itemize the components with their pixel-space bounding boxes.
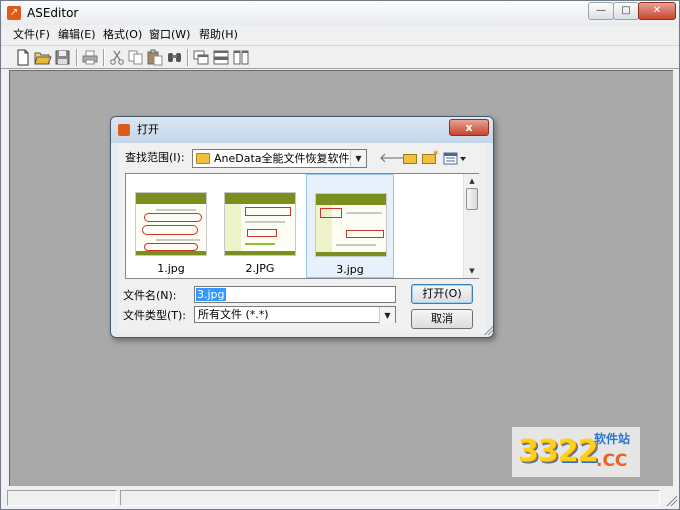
app-title: ASEditor xyxy=(27,6,79,20)
new-file-icon[interactable] xyxy=(14,49,32,66)
size-grip-icon[interactable] xyxy=(665,494,677,506)
toolbar-separator xyxy=(76,49,78,66)
watermark-site-name: 软件站 xyxy=(594,432,631,446)
folder-icon xyxy=(196,153,210,164)
scroll-down-icon[interactable]: ▼ xyxy=(464,264,480,278)
scrollbar-thumb[interactable] xyxy=(466,188,478,210)
print-icon[interactable] xyxy=(81,49,99,66)
close-button[interactable]: ✕ xyxy=(638,2,676,20)
dialog-app-icon xyxy=(118,124,130,136)
dialog-size-grip-icon[interactable] xyxy=(483,325,493,335)
chevron-down-icon[interactable]: ▼ xyxy=(350,150,366,167)
dialog-title-bar[interactable]: 打开 x xyxy=(111,117,493,143)
file-type-select[interactable]: 所有文件 (*.*) ▼ xyxy=(194,306,396,324)
new-folder-icon[interactable]: ✶ xyxy=(422,149,440,167)
tile-horizontal-icon[interactable] xyxy=(212,49,230,66)
image-thumbnail xyxy=(315,193,387,257)
look-in-value: AneData全能文件恢复软件 xyxy=(214,152,350,165)
status-bar xyxy=(1,488,679,509)
minimize-button[interactable]: — xyxy=(588,2,614,20)
file-tile-3[interactable]: 3.jpg xyxy=(306,174,394,278)
file-name-value: 3.jpg xyxy=(196,288,226,301)
menu-window[interactable]: 窗口(W) xyxy=(149,27,190,42)
toolbar xyxy=(1,45,679,69)
save-icon[interactable] xyxy=(54,49,72,66)
menu-edit[interactable]: 编辑(E) xyxy=(58,27,96,42)
look-in-dropdown[interactable]: AneData全能文件恢复软件 ▼ xyxy=(192,149,367,168)
watermark-domain: .CC xyxy=(596,451,628,471)
tile-vertical-icon[interactable] xyxy=(232,49,250,66)
find-icon[interactable] xyxy=(166,49,184,66)
up-folder-icon[interactable] xyxy=(401,150,419,167)
status-pane xyxy=(7,490,117,506)
open-folder-icon[interactable] xyxy=(34,49,52,66)
cancel-button[interactable]: 取消 xyxy=(411,309,473,329)
view-menu-icon[interactable] xyxy=(443,150,467,167)
chevron-down-icon[interactable]: ▼ xyxy=(379,307,395,324)
file-name: 3.jpg xyxy=(336,263,364,276)
watermark-logo: 3322 软件站 .CC xyxy=(512,427,640,477)
file-tile-2[interactable]: 2.JPG xyxy=(216,174,304,278)
title-bar[interactable]: ↗ ASEditor — □ ✕ xyxy=(1,1,679,25)
status-pane xyxy=(120,490,660,506)
open-file-dialog: 打开 x 查找范围(I): AneData全能文件恢复软件 ▼ 🡐 ✶ 1.jp… xyxy=(110,116,494,338)
file-name: 1.jpg xyxy=(157,262,185,275)
toolbar-separator xyxy=(187,49,189,66)
paste-icon[interactable] xyxy=(146,49,164,66)
file-name-label: 文件名(N): xyxy=(123,289,177,302)
file-list[interactable]: 1.jpg 2.JPG 3.jpg ▲ ▼ xyxy=(125,173,479,279)
copy-icon[interactable] xyxy=(127,49,145,66)
file-tile-1[interactable]: 1.jpg xyxy=(127,174,215,278)
file-type-label: 文件类型(T): xyxy=(123,309,187,322)
open-button[interactable]: 打开(O) xyxy=(411,284,473,304)
scroll-up-icon[interactable]: ▲ xyxy=(464,174,480,188)
file-list-scrollbar[interactable]: ▲ ▼ xyxy=(463,174,479,278)
menu-bar: 文件(F) 编辑(E) 格式(O) 窗口(W) 帮助(H) xyxy=(1,25,679,45)
toolbar-separator xyxy=(103,49,105,66)
cascade-windows-icon[interactable] xyxy=(192,49,210,66)
dialog-close-button[interactable]: x xyxy=(449,119,489,136)
cut-icon[interactable] xyxy=(108,49,126,66)
maximize-button[interactable]: □ xyxy=(613,2,639,20)
file-type-value: 所有文件 (*.*) xyxy=(198,308,269,321)
menu-help[interactable]: 帮助(H) xyxy=(199,27,238,42)
look-in-label: 查找范围(I): xyxy=(125,151,185,164)
menu-format[interactable]: 格式(O) xyxy=(103,27,142,42)
menu-file[interactable]: 文件(F) xyxy=(13,27,50,42)
dialog-title: 打开 xyxy=(137,123,159,136)
dialog-body: 查找范围(I): AneData全能文件恢复软件 ▼ 🡐 ✶ 1.jpg 2.J… xyxy=(117,143,487,333)
watermark-number: 3322 xyxy=(518,434,598,469)
file-name: 2.JPG xyxy=(245,262,275,275)
image-thumbnail xyxy=(135,192,207,256)
file-name-input[interactable]: 3.jpg xyxy=(194,286,396,303)
app-logo-icon: ↗ xyxy=(7,6,21,20)
back-arrow-icon[interactable]: 🡐 xyxy=(379,150,414,167)
image-thumbnail xyxy=(224,192,296,256)
